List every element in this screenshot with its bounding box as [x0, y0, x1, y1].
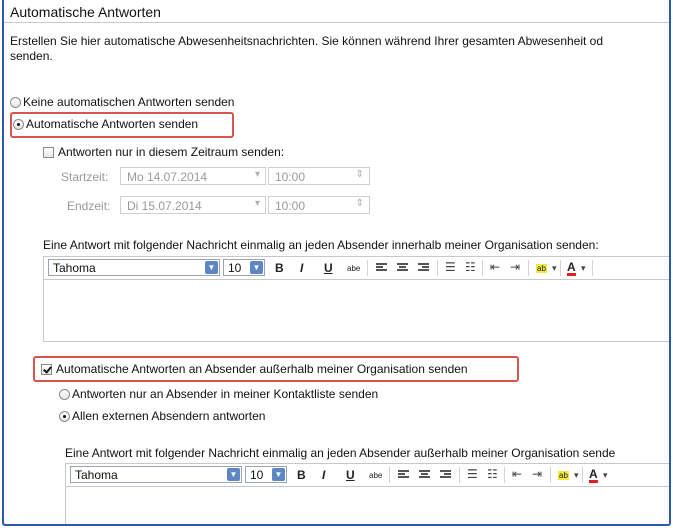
- align-right-icon[interactable]: [418, 263, 429, 273]
- radio-all-external[interactable]: Allen externen Absendern antworten: [59, 409, 265, 423]
- chevron-down-icon[interactable]: ▾: [603, 470, 608, 481]
- bold-button[interactable]: B: [297, 468, 306, 482]
- radio-no-auto-replies[interactable]: Keine automatischen Antworten senden: [10, 95, 234, 109]
- period-checkbox-label: Antworten nur in diesem Zeitraum senden:: [58, 145, 285, 159]
- chevron-down-icon[interactable]: ▼: [205, 261, 218, 274]
- checkbox-box-checked[interactable]: [41, 364, 52, 375]
- end-time-value: 10:00: [275, 199, 306, 213]
- indent-icon[interactable]: ⇥: [532, 467, 542, 481]
- chevron-down-icon[interactable]: ▾: [255, 169, 260, 180]
- font-family-select[interactable]: Tahoma ▼: [48, 259, 220, 276]
- align-center-icon[interactable]: [397, 263, 408, 273]
- intro-text: Erstellen Sie hier automatische Abwesenh…: [10, 34, 669, 64]
- highlight-color-button[interactable]: ab: [536, 264, 547, 273]
- align-left-icon[interactable]: [376, 263, 387, 273]
- bullet-list-icon[interactable]: ☰: [445, 260, 456, 274]
- stepper-icon[interactable]: ⇕: [356, 198, 364, 209]
- strikethrough-button[interactable]: abe: [369, 471, 382, 480]
- italic-button[interactable]: I: [322, 468, 325, 482]
- highlight-color-button[interactable]: ab: [558, 471, 569, 480]
- internal-message-label: Eine Antwort mit folgender Nachricht ein…: [43, 238, 599, 252]
- radio-circle[interactable]: [10, 97, 21, 108]
- stepper-icon[interactable]: ⇕: [356, 169, 364, 180]
- toolbar-divider: [437, 260, 438, 276]
- end-time-label: Endzeit:: [67, 199, 111, 213]
- chevron-down-icon[interactable]: ▼: [250, 261, 263, 274]
- start-time-field[interactable]: 10:00 ⇕: [268, 167, 370, 185]
- font-size-select[interactable]: 10 ▼: [223, 259, 265, 276]
- outdent-icon[interactable]: ⇤: [512, 467, 522, 481]
- radio-send-auto-replies[interactable]: Automatische Antworten senden: [13, 117, 198, 131]
- radio-all-external-label: Allen externen Absendern antworten: [72, 409, 266, 423]
- font-color-button[interactable]: A: [589, 468, 598, 483]
- radio-send-auto-replies-label: Automatische Antworten senden: [26, 117, 199, 131]
- toolbar-divider: [459, 467, 460, 483]
- radio-circle[interactable]: [59, 389, 70, 400]
- chevron-down-icon[interactable]: ▾: [255, 198, 260, 209]
- toolbar-divider: [367, 260, 368, 276]
- chevron-down-icon[interactable]: ▼: [227, 468, 240, 481]
- font-size-select[interactable]: 10 ▼: [245, 466, 287, 483]
- numbered-list-icon[interactable]: ☷: [465, 260, 476, 274]
- start-date-value: Mo 14.07.2014: [127, 170, 208, 184]
- underline-button[interactable]: U: [346, 468, 355, 482]
- numbered-list-icon[interactable]: ☷: [487, 467, 498, 481]
- external-format-toolbar: Tahoma ▼ 10 ▼ B I U abe ☰ ☷ ⇤ ⇥ ab ▾ A ▾: [66, 464, 669, 487]
- font-color-button[interactable]: A: [567, 261, 576, 276]
- font-family-value: Tahoma: [53, 261, 96, 275]
- end-date-value: Di 15.07.2014: [127, 199, 202, 213]
- italic-button[interactable]: I: [300, 261, 303, 275]
- external-message-label: Eine Antwort mit folgender Nachricht ein…: [65, 446, 616, 460]
- chevron-down-icon[interactable]: ▾: [574, 470, 579, 481]
- chevron-down-icon[interactable]: ▾: [581, 263, 586, 274]
- external-message-editor[interactable]: Tahoma ▼ 10 ▼ B I U abe ☰ ☷ ⇤ ⇥ ab ▾ A ▾: [65, 463, 669, 524]
- toolbar-divider: [560, 260, 561, 276]
- font-size-value: 10: [250, 468, 264, 482]
- dialog-title-bar: Automatische Antworten: [4, 0, 669, 23]
- chevron-down-icon[interactable]: ▼: [272, 468, 285, 481]
- start-time-value: 10:00: [275, 170, 306, 184]
- radio-contacts-only[interactable]: Antworten nur an Absender in meiner Kont…: [59, 387, 378, 401]
- toolbar-divider: [528, 260, 529, 276]
- toolbar-divider: [504, 467, 505, 483]
- auto-reply-dialog: Automatische Antworten Erstellen Sie hie…: [2, 0, 671, 526]
- radio-circle-checked[interactable]: [13, 119, 24, 130]
- toolbar-divider: [389, 467, 390, 483]
- outdent-icon[interactable]: ⇤: [490, 260, 500, 274]
- toolbar-divider: [482, 260, 483, 276]
- period-checkbox[interactable]: Antworten nur in diesem Zeitraum senden:: [43, 145, 284, 159]
- align-left-icon[interactable]: [398, 470, 409, 480]
- start-date-field[interactable]: Mo 14.07.2014 ▾: [120, 167, 266, 185]
- bold-button[interactable]: B: [275, 261, 284, 275]
- internal-format-toolbar: Tahoma ▼ 10 ▼ B I U abe ☰ ☷ ⇤ ⇥ ab ▾ A ▾: [44, 257, 669, 280]
- end-date-field[interactable]: Di 15.07.2014 ▾: [120, 196, 266, 214]
- dialog-title: Automatische Antworten: [10, 4, 161, 20]
- underline-button[interactable]: U: [324, 261, 333, 275]
- checkbox-box[interactable]: [43, 147, 54, 158]
- indent-icon[interactable]: ⇥: [510, 260, 520, 274]
- radio-contacts-only-label: Antworten nur an Absender in meiner Kont…: [72, 387, 379, 401]
- radio-circle-checked[interactable]: [59, 411, 70, 422]
- start-time-label: Startzeit:: [61, 170, 109, 184]
- align-right-icon[interactable]: [440, 470, 451, 480]
- strikethrough-button[interactable]: abe: [347, 264, 360, 273]
- font-family-select[interactable]: Tahoma ▼: [70, 466, 242, 483]
- intro-line-1: Erstellen Sie hier automatische Abwesenh…: [10, 34, 604, 48]
- align-center-icon[interactable]: [419, 470, 430, 480]
- bullet-list-icon[interactable]: ☰: [467, 467, 478, 481]
- chevron-down-icon[interactable]: ▾: [552, 263, 557, 274]
- radio-no-auto-replies-label: Keine automatischen Antworten senden: [23, 95, 235, 109]
- external-checkbox-label: Automatische Antworten an Absender außer…: [56, 362, 468, 376]
- font-size-value: 10: [228, 261, 242, 275]
- external-checkbox[interactable]: Automatische Antworten an Absender außer…: [41, 362, 468, 376]
- internal-message-editor[interactable]: Tahoma ▼ 10 ▼ B I U abe ☰ ☷ ⇤ ⇥ ab ▾ A ▾: [43, 256, 669, 342]
- toolbar-divider: [582, 467, 583, 483]
- toolbar-divider: [550, 467, 551, 483]
- font-family-value: Tahoma: [75, 468, 118, 482]
- end-time-field[interactable]: 10:00 ⇕: [268, 196, 370, 214]
- intro-line-2: senden.: [10, 49, 53, 63]
- toolbar-divider: [592, 260, 593, 276]
